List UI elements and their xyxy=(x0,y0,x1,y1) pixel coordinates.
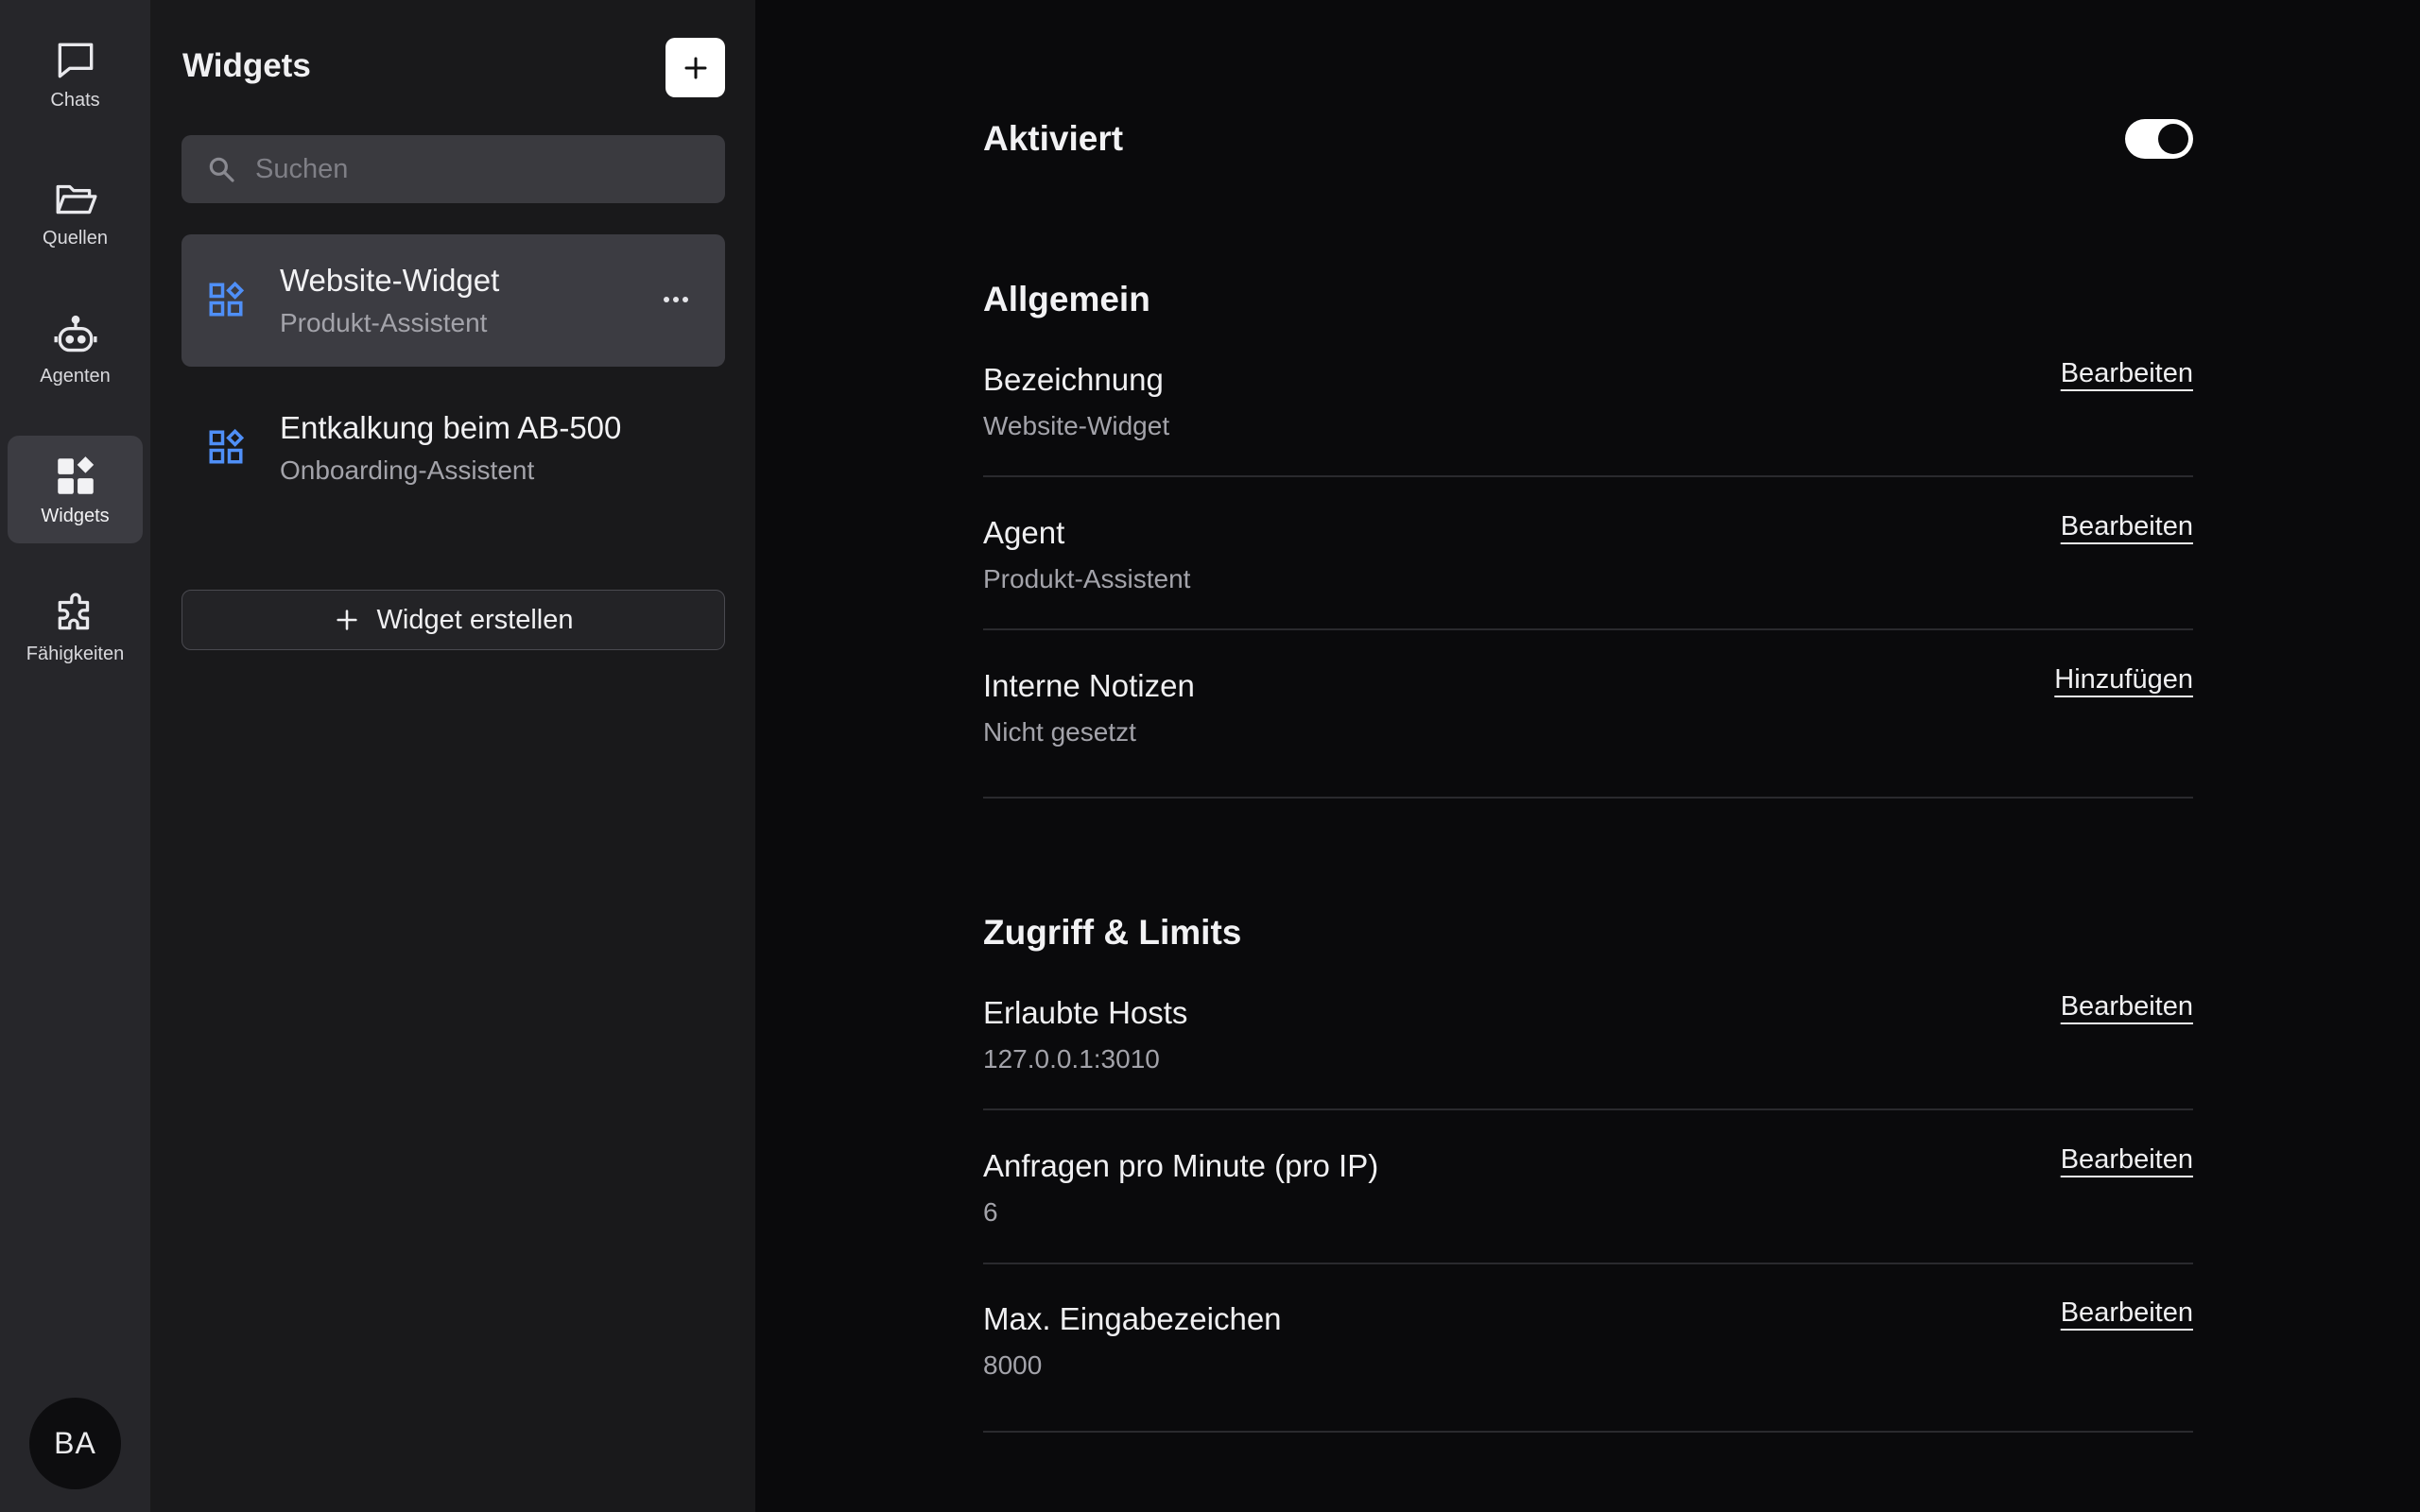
divider xyxy=(983,797,2193,799)
create-widget-button[interactable]: Widget erstellen xyxy=(182,590,725,650)
widget-list-item[interactable]: Entkalkung beim AB-500 Onboarding-Assist… xyxy=(182,382,725,514)
rail-label-widgets: Widgets xyxy=(41,505,110,526)
plus-icon xyxy=(684,57,706,78)
rail-label-quellen: Quellen xyxy=(43,227,108,249)
search-box xyxy=(182,135,725,203)
rail-label-chats: Chats xyxy=(50,89,100,111)
section-heading-general: Allgemein xyxy=(983,280,1150,318)
setting-label: Anfragen pro Minute (pro IP) xyxy=(983,1148,1379,1183)
add-notes-link[interactable]: Hinzufügen xyxy=(2054,664,2193,696)
setting-value: 6 xyxy=(983,1197,998,1227)
panel-title: Widgets xyxy=(182,47,311,84)
widget-icon xyxy=(209,428,245,464)
widget-list-item-title: Entkalkung beim AB-500 xyxy=(280,410,622,445)
puzzle-icon xyxy=(58,593,89,629)
divider xyxy=(983,1431,2193,1433)
add-widget-button[interactable] xyxy=(666,38,725,97)
enabled-toggle[interactable] xyxy=(2125,119,2193,159)
edit-rate-limit-link[interactable]: Bearbeiten xyxy=(2061,1144,2193,1176)
enabled-label: Aktiviert xyxy=(983,119,1124,158)
setting-value: Website-Widget xyxy=(983,411,1170,440)
robot-icon xyxy=(54,315,96,352)
setting-value: 8000 xyxy=(983,1350,1043,1380)
rail-item-chats[interactable]: Chats xyxy=(8,20,143,128)
setting-label: Agent xyxy=(983,515,1065,550)
rail-item-quellen[interactable]: Quellen xyxy=(8,158,143,266)
setting-label: Interne Notizen xyxy=(983,668,1195,703)
divider xyxy=(983,628,2193,630)
section-heading-access: Zugriff & Limits xyxy=(983,913,1242,952)
folder-open-icon xyxy=(56,184,97,214)
create-widget-label: Widget erstellen xyxy=(376,604,574,635)
widgets-icon xyxy=(57,455,94,494)
edit-agent-link[interactable]: Bearbeiten xyxy=(2061,511,2193,542)
user-avatar[interactable]: BA xyxy=(29,1398,121,1489)
setting-label: Max. Eingabezeichen xyxy=(983,1301,1282,1336)
setting-value: Nicht gesetzt xyxy=(983,717,1136,747)
widget-list-item-title: Website-Widget xyxy=(280,263,500,298)
setting-label: Bezeichnung xyxy=(983,362,1164,397)
chat-bubble-icon xyxy=(58,43,93,77)
widgets-list-panel: Widgets Website-Widget Produkt-Assistent… xyxy=(150,0,755,1512)
rail-item-widgets[interactable]: Widgets xyxy=(8,436,143,543)
widget-list-item-subtitle: Onboarding-Assistent xyxy=(280,455,535,485)
edit-hosts-link[interactable]: Bearbeiten xyxy=(2061,991,2193,1022)
left-rail: Chats Quellen Agenten Widgets Fähigkeite… xyxy=(0,0,150,1512)
setting-label: Erlaubte Hosts xyxy=(983,995,1188,1030)
divider xyxy=(983,475,2193,477)
edit-bezeichnung-link[interactable]: Bearbeiten xyxy=(2061,358,2193,389)
divider xyxy=(983,1263,2193,1264)
widget-list-item-subtitle: Produkt-Assistent xyxy=(280,308,488,337)
plus-icon xyxy=(336,610,357,630)
divider xyxy=(983,1108,2193,1110)
toggle-knob xyxy=(2158,124,2188,154)
edit-max-chars-link[interactable]: Bearbeiten xyxy=(2061,1297,2193,1329)
search-icon xyxy=(209,157,234,182)
search-input[interactable] xyxy=(255,153,690,185)
widget-list-item[interactable]: Website-Widget Produkt-Assistent xyxy=(182,234,725,367)
more-options-icon[interactable] xyxy=(654,285,698,314)
widget-settings: Aktiviert Allgemein Bezeichnung Website-… xyxy=(755,0,2420,1512)
rail-item-faehigkeiten[interactable]: Fähigkeiten xyxy=(8,574,143,681)
rail-label-faehigkeiten: Fähigkeiten xyxy=(26,643,125,664)
setting-value: 127.0.0.1:3010 xyxy=(983,1044,1160,1074)
rail-label-agenten: Agenten xyxy=(40,365,111,387)
widget-icon xyxy=(209,281,245,317)
rail-item-agenten[interactable]: Agenten xyxy=(8,296,143,404)
setting-value: Produkt-Assistent xyxy=(983,564,1191,593)
